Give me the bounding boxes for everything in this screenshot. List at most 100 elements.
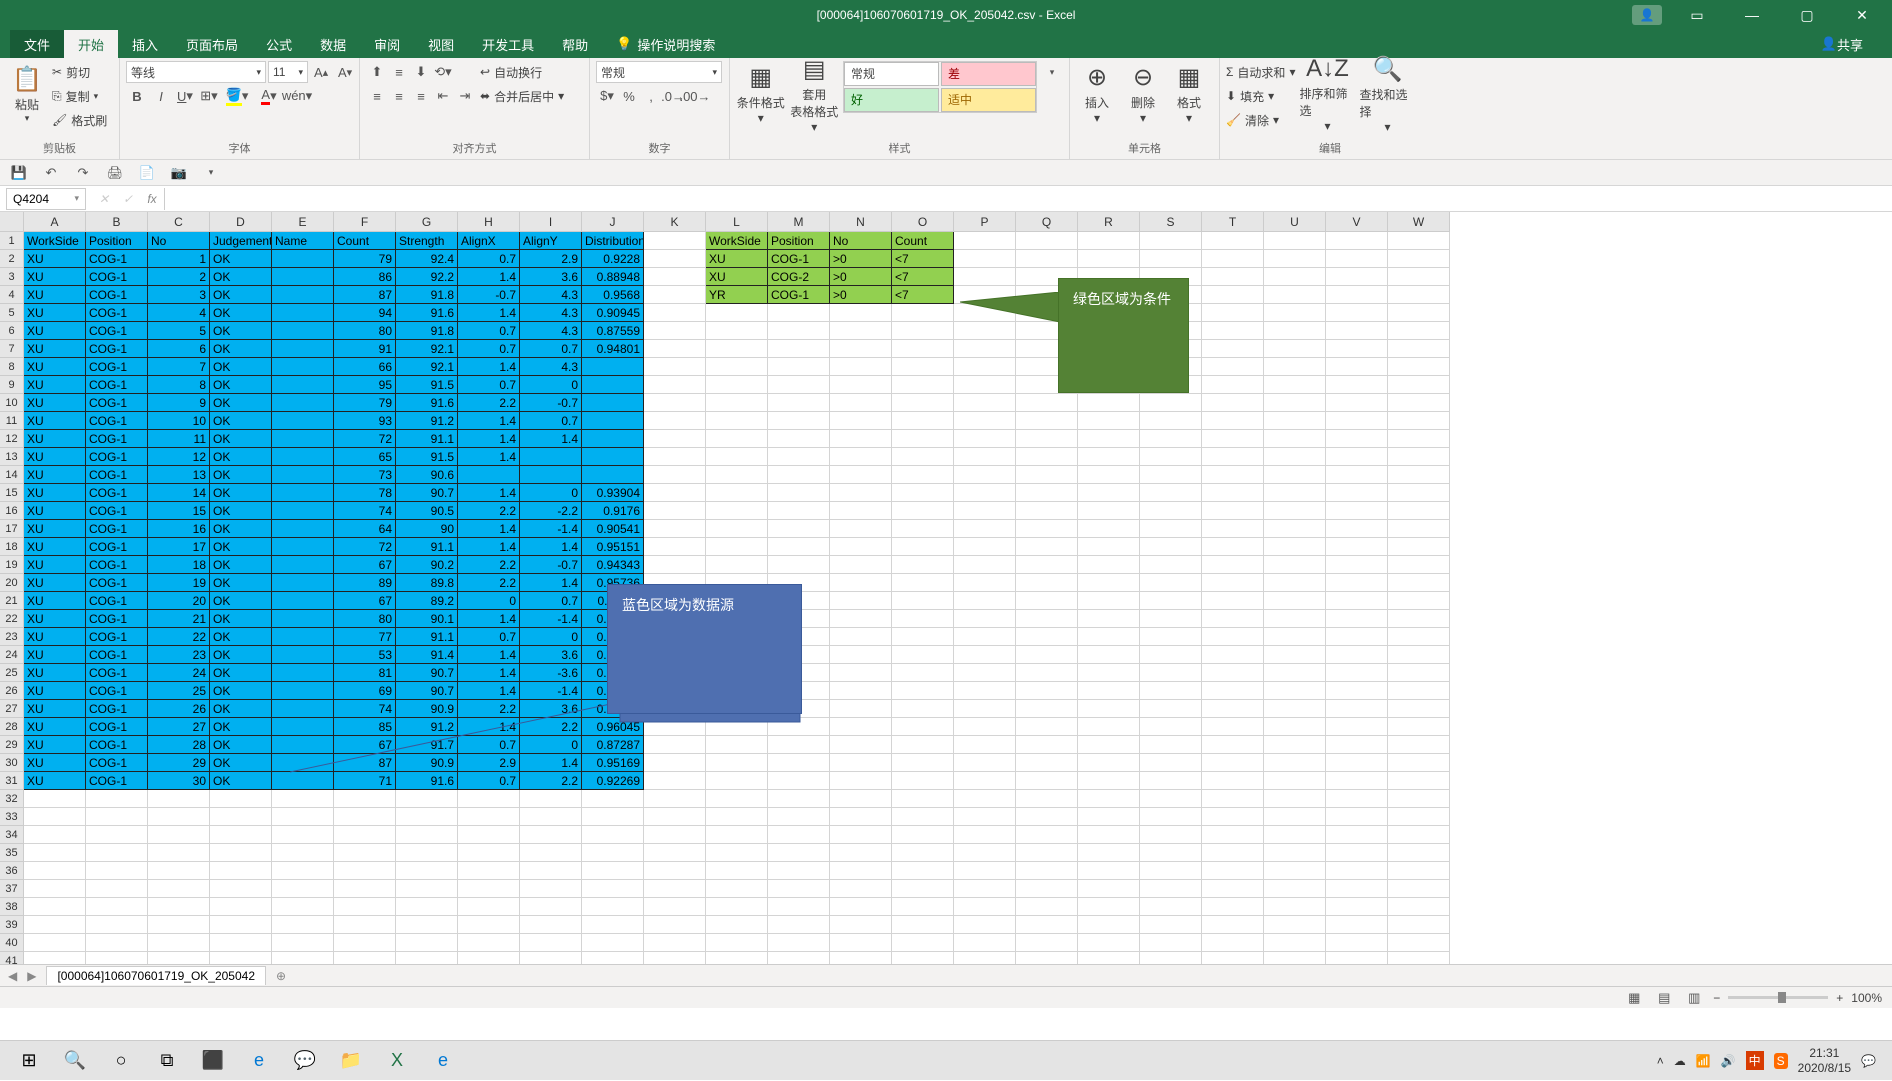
- cell[interactable]: [1388, 628, 1450, 646]
- cell[interactable]: [1202, 610, 1264, 628]
- cell[interactable]: [644, 934, 706, 952]
- cell[interactable]: [272, 934, 334, 952]
- cell[interactable]: [892, 898, 954, 916]
- cell[interactable]: [396, 916, 458, 934]
- cell[interactable]: [892, 520, 954, 538]
- cell[interactable]: [272, 358, 334, 376]
- cell[interactable]: [768, 538, 830, 556]
- cell[interactable]: [830, 574, 892, 592]
- cell[interactable]: [644, 880, 706, 898]
- cell[interactable]: [272, 484, 334, 502]
- cell[interactable]: WorkSide: [706, 232, 768, 250]
- cell[interactable]: [1140, 844, 1202, 862]
- cell[interactable]: [892, 304, 954, 322]
- cell[interactable]: [1264, 520, 1326, 538]
- cell[interactable]: [644, 394, 706, 412]
- cell[interactable]: [582, 952, 644, 964]
- cell[interactable]: [1202, 772, 1264, 790]
- cell[interactable]: COG-1: [86, 430, 148, 448]
- tab-layout[interactable]: 页面布局: [172, 30, 252, 58]
- cell[interactable]: XU: [24, 628, 86, 646]
- cell[interactable]: [1388, 394, 1450, 412]
- cell[interactable]: [1078, 502, 1140, 520]
- cell[interactable]: OK: [210, 520, 272, 538]
- cell[interactable]: [334, 934, 396, 952]
- cell[interactable]: 22: [148, 628, 210, 646]
- cell[interactable]: [892, 358, 954, 376]
- cell[interactable]: [396, 934, 458, 952]
- cell[interactable]: XU: [24, 412, 86, 430]
- cell[interactable]: [1078, 430, 1140, 448]
- cell[interactable]: [1264, 448, 1326, 466]
- cell[interactable]: [1264, 700, 1326, 718]
- cell[interactable]: [24, 898, 86, 916]
- cell[interactable]: [1388, 592, 1450, 610]
- cell[interactable]: [1016, 772, 1078, 790]
- cell[interactable]: [954, 628, 1016, 646]
- cell[interactable]: [768, 934, 830, 952]
- sheet-nav-next[interactable]: ▶: [27, 969, 36, 983]
- col-header[interactable]: B: [86, 212, 148, 232]
- cell[interactable]: [1264, 826, 1326, 844]
- cell[interactable]: 73: [334, 466, 396, 484]
- cell[interactable]: [1264, 232, 1326, 250]
- volume-icon[interactable]: 🔊: [1721, 1054, 1736, 1068]
- align-bottom-button[interactable]: ⬇: [410, 61, 432, 83]
- cell[interactable]: [458, 808, 520, 826]
- cell[interactable]: [1326, 808, 1388, 826]
- cell[interactable]: [1078, 916, 1140, 934]
- cell[interactable]: 1.4: [458, 304, 520, 322]
- cell[interactable]: [954, 430, 1016, 448]
- cell[interactable]: [520, 826, 582, 844]
- cell[interactable]: 2.2: [458, 394, 520, 412]
- cell[interactable]: XU: [24, 520, 86, 538]
- maximize-icon[interactable]: ▢: [1787, 7, 1827, 24]
- cell[interactable]: [1388, 502, 1450, 520]
- cell[interactable]: [1326, 610, 1388, 628]
- cell[interactable]: 0.93904: [582, 484, 644, 502]
- cell[interactable]: 94: [334, 304, 396, 322]
- cell[interactable]: [644, 304, 706, 322]
- cell[interactable]: [1264, 844, 1326, 862]
- cell[interactable]: COG-1: [86, 610, 148, 628]
- cell[interactable]: 91.6: [396, 394, 458, 412]
- cell[interactable]: [706, 520, 768, 538]
- cell[interactable]: [458, 466, 520, 484]
- cell[interactable]: [1326, 826, 1388, 844]
- cell[interactable]: [520, 880, 582, 898]
- cell[interactable]: OK: [210, 466, 272, 484]
- close-icon[interactable]: ✕: [1842, 7, 1882, 24]
- col-header[interactable]: I: [520, 212, 582, 232]
- copy-button[interactable]: ⎘复制▾: [52, 85, 107, 107]
- cell[interactable]: [892, 628, 954, 646]
- cell[interactable]: [1202, 844, 1264, 862]
- cell[interactable]: [24, 790, 86, 808]
- row-header[interactable]: 24: [0, 646, 24, 664]
- cell[interactable]: [1264, 952, 1326, 964]
- cell[interactable]: [830, 394, 892, 412]
- cell[interactable]: [1016, 700, 1078, 718]
- cell[interactable]: [1140, 448, 1202, 466]
- cell[interactable]: [644, 790, 706, 808]
- cell[interactable]: XU: [24, 664, 86, 682]
- cell[interactable]: COG-1: [86, 340, 148, 358]
- edge-legacy-icon[interactable]: e: [420, 1041, 466, 1081]
- cell[interactable]: 91.8: [396, 322, 458, 340]
- cell[interactable]: [706, 466, 768, 484]
- col-header[interactable]: J: [582, 212, 644, 232]
- font-name-select[interactable]: 等线▾: [126, 61, 266, 83]
- cell[interactable]: [1264, 394, 1326, 412]
- cell[interactable]: [1078, 484, 1140, 502]
- cell[interactable]: [1326, 682, 1388, 700]
- cell[interactable]: Count: [334, 232, 396, 250]
- cell[interactable]: COG-1: [86, 268, 148, 286]
- cell[interactable]: [954, 700, 1016, 718]
- cell[interactable]: [520, 862, 582, 880]
- find-select-button[interactable]: 🔍查找和选择▾: [1359, 61, 1415, 127]
- cell[interactable]: [396, 808, 458, 826]
- cell[interactable]: [954, 898, 1016, 916]
- underline-button[interactable]: U▾: [174, 85, 196, 107]
- cell[interactable]: 0.7: [458, 340, 520, 358]
- cell[interactable]: OK: [210, 682, 272, 700]
- cell[interactable]: 91.5: [396, 448, 458, 466]
